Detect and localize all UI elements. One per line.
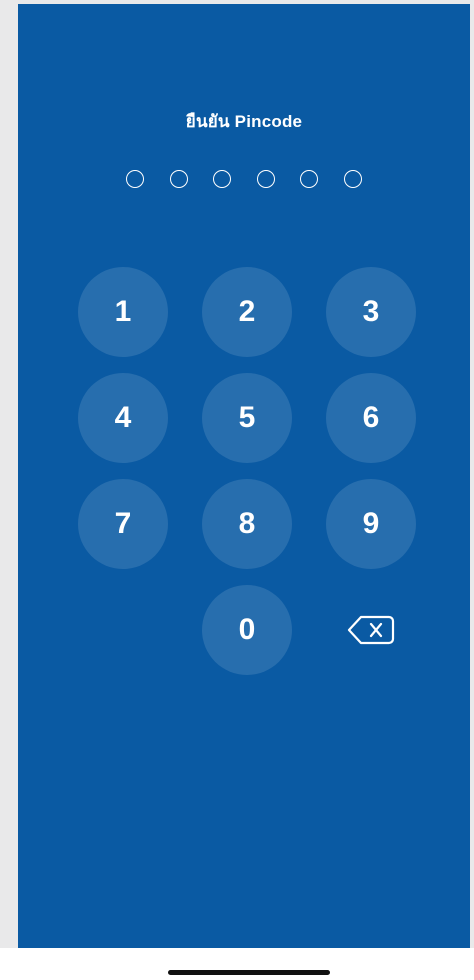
key-0-button[interactable]: 0 — [202, 585, 292, 675]
key-6-button[interactable]: 6 — [326, 373, 416, 463]
key-9-button[interactable]: 9 — [326, 479, 416, 569]
backspace-button[interactable] — [326, 585, 416, 675]
pin-dot — [126, 170, 144, 188]
pin-screen: ยืนยัน Pincode 1 2 3 4 5 6 7 8 9 0 — [18, 4, 470, 948]
home-indicator[interactable] — [168, 970, 330, 975]
key-8-button[interactable]: 8 — [202, 479, 292, 569]
pin-dot — [343, 170, 362, 188]
key-4-button[interactable]: 4 — [78, 373, 168, 463]
backspace-icon — [347, 615, 395, 645]
home-indicator-area — [0, 948, 474, 980]
key-1-button[interactable]: 1 — [78, 267, 168, 357]
key-2-button[interactable]: 2 — [202, 267, 292, 357]
key-7-button[interactable]: 7 — [78, 479, 168, 569]
pin-dot — [300, 170, 319, 188]
pin-dot — [213, 170, 232, 188]
pin-dot — [256, 170, 275, 188]
key-5-button[interactable]: 5 — [202, 373, 292, 463]
key-3-button[interactable]: 3 — [326, 267, 416, 357]
page-title: ยืนยัน Pincode — [185, 112, 303, 131]
pin-indicator — [126, 168, 362, 190]
pin-dot — [169, 170, 188, 188]
